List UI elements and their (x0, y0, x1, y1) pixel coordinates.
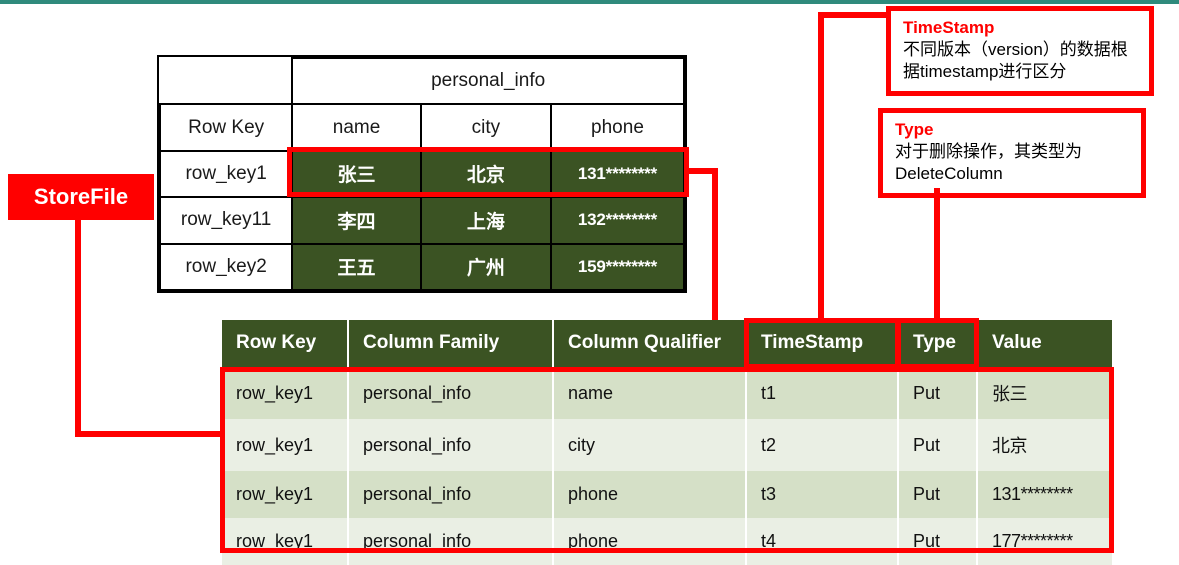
callout-timestamp-title: TimeStamp (903, 18, 995, 37)
logical-table-row: row_key1 张三 北京 131******** (158, 149, 686, 199)
logical-cell-rowkey: row_key1 (158, 149, 294, 199)
connector-row1-vertical (712, 168, 718, 320)
header-value: Value (977, 320, 1112, 367)
highlight-box-timestamp-header (744, 318, 900, 369)
connector-storefile-horizontal (75, 431, 225, 437)
logical-cell-phone: 132******** (549, 196, 686, 245)
logical-table-header-row: Row Key name city phone (158, 103, 686, 152)
connector-storefile-vertical (75, 219, 81, 437)
column-family-header: personal_info (291, 56, 685, 106)
qualifier-header-city: city (419, 103, 552, 152)
logical-cell-name: 张三 (291, 149, 422, 199)
diagram-canvas: personal_info Row Key name city phone ro… (0, 0, 1179, 565)
qualifier-header-name: name (291, 103, 422, 152)
logical-cell-phone: 131******** (549, 149, 686, 199)
qualifier-header-phone: phone (549, 103, 686, 152)
callout-type-body: 对于删除操作，其类型为 DeleteColumn (895, 142, 1082, 183)
connector-timestamp-horizontal (818, 12, 890, 18)
connector-type-vertical (934, 188, 940, 322)
logical-cell-rowkey: row_key2 (158, 242, 294, 292)
top-rule-divider (0, 0, 1179, 4)
logical-cell-city: 上海 (419, 196, 552, 245)
logical-cell-city: 北京 (419, 149, 552, 199)
header-row-key: Row Key (222, 320, 349, 367)
highlight-box-type-header (896, 318, 979, 369)
logical-cell-city: 广州 (419, 242, 552, 292)
logical-cell-name: 李四 (291, 196, 422, 245)
logical-table-corner-cell (160, 58, 294, 106)
callout-timestamp-body: 不同版本（version）的数据根据timestamp进行区分 (903, 40, 1128, 81)
logical-table-row: row_key2 王五 广州 159******** (158, 242, 686, 292)
logical-cell-name: 王五 (291, 242, 422, 292)
connector-timestamp-vertical (818, 12, 824, 322)
logical-table-family-row: personal_info (160, 56, 685, 106)
callout-timestamp: TimeStamp 不同版本（version）的数据根据timestamp进行区… (886, 6, 1154, 96)
logical-table: personal_info Row Key name city phone ro… (157, 55, 687, 293)
header-column-family: Column Family (348, 320, 554, 367)
storefile-label: StoreFile (8, 174, 154, 220)
header-column-qualifier: Column Qualifier (553, 320, 747, 367)
logical-cell-phone: 159******** (549, 242, 686, 292)
logical-rowkey-header: Row Key (158, 103, 294, 152)
highlight-box-storefile-rows (220, 367, 1114, 553)
callout-type-title: Type (895, 120, 934, 139)
callout-type: Type 对于删除操作，其类型为 DeleteColumn (878, 108, 1146, 198)
logical-cell-rowkey: row_key11 (158, 196, 294, 245)
logical-table-row: row_key11 李四 上海 132******** (158, 196, 686, 245)
